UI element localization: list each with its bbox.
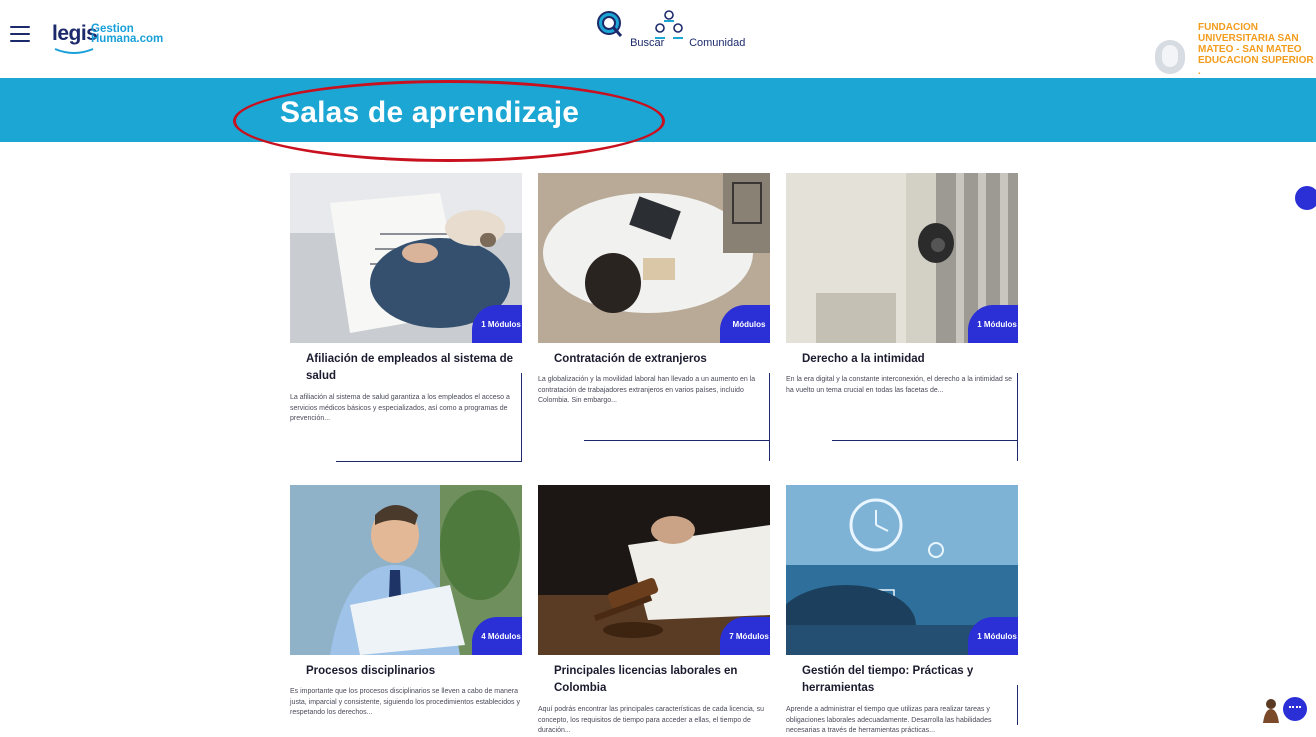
avatar[interactable] [1155, 40, 1185, 74]
card-border-v [1017, 685, 1018, 725]
chat-icon[interactable] [1283, 697, 1307, 721]
course-card[interactable]: 1 Módulos Derecho a la intimidad En la e… [786, 173, 1018, 461]
card-border-h [584, 440, 770, 441]
card-image[interactable]: Módulos [538, 173, 770, 343]
modules-badge: 1 Módulos [968, 305, 1018, 343]
card-border-v [769, 373, 770, 461]
top-bar: legis Gestion Humana.com Buscar Comunidad… [0, 0, 1316, 78]
org-name: FUNDACION UNIVERSITARIA SAN MATEO - SAN … [1198, 22, 1314, 77]
side-panel-icon[interactable] [1295, 186, 1316, 210]
modules-badge: 1 Módulos [968, 617, 1018, 655]
card-description: La globalización y la movilidad laboral … [538, 376, 756, 404]
course-card[interactable]: 7 Módulos Principales licencias laborale… [538, 485, 770, 734]
assistant-avatar-icon[interactable] [1262, 697, 1280, 723]
modules-badge: Módulos [720, 305, 770, 343]
card-description: En la era digital y la constante interco… [786, 376, 1013, 394]
card-title[interactable]: Procesos disciplinarios [306, 663, 516, 680]
card-image[interactable]: 1 Módulos [290, 173, 522, 343]
card-title[interactable]: Derecho a la intimidad [802, 351, 1012, 368]
card-description: Aprende a administrar el tiempo que util… [786, 706, 992, 734]
course-card[interactable]: 4 Módulos Procesos disciplinarios Es imp… [290, 485, 522, 716]
card-image[interactable]: 1 Módulos [786, 173, 1018, 343]
nav-comunidad[interactable]: Comunidad [652, 8, 745, 49]
nav-comunidad-label: Comunidad [689, 37, 746, 49]
card-title[interactable]: Afiliación de empleados al sistema de sa… [306, 351, 516, 385]
card-title[interactable]: Contratación de extranjeros [554, 351, 764, 368]
modules-badge: 4 Módulos [472, 617, 522, 655]
card-description: Es importante que los procesos disciplin… [290, 688, 520, 716]
card-image[interactable]: 7 Módulos [538, 485, 770, 655]
logo-swoosh-icon [54, 48, 94, 54]
card-border-v [1017, 373, 1018, 461]
card-title[interactable]: Principales licencias laborales en Colom… [554, 663, 764, 697]
card-description: La afiliación al sistema de salud garant… [290, 394, 510, 422]
modules-badge: 7 Módulos [720, 617, 770, 655]
course-card[interactable]: Módulos Contratación de extranjeros La g… [538, 173, 770, 461]
card-image[interactable]: 4 Módulos [290, 485, 522, 655]
course-card[interactable]: 1 Módulos Afiliación de empleados al sis… [290, 173, 522, 462]
community-icon [655, 10, 683, 39]
card-description: Aquí podrás encontrar las principales ca… [538, 706, 765, 734]
card-border-h [336, 461, 522, 462]
card-title[interactable]: Gestión del tiempo: Prácticas y herramie… [802, 663, 1012, 697]
card-border-h [832, 440, 1018, 441]
course-card[interactable]: 1 Módulos Gestión del tiempo: Prácticas … [786, 485, 1018, 734]
card-image[interactable]: 1 Módulos [786, 485, 1018, 655]
search-icon [597, 11, 623, 37]
menu-icon[interactable] [10, 26, 30, 42]
card-border-v [521, 373, 522, 461]
modules-badge: 1 Módulos [472, 305, 522, 343]
highlight-ellipse [233, 80, 665, 162]
logo-sub: Gestion Humana.com [91, 23, 164, 45]
